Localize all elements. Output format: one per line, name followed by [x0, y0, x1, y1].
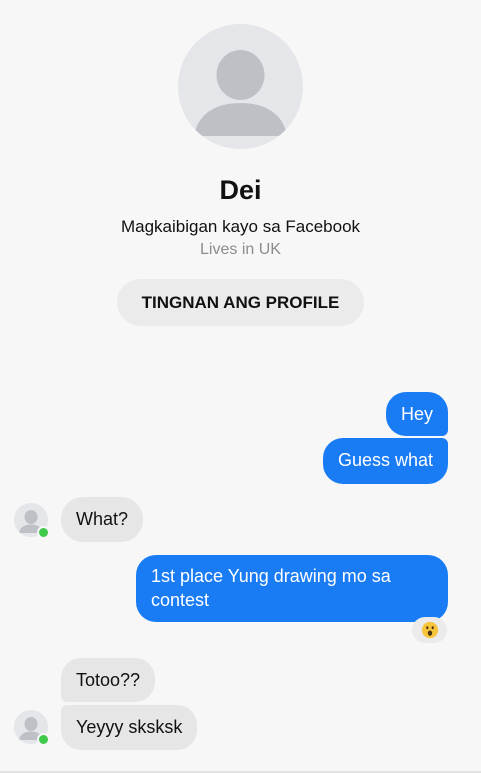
online-status-dot [37, 733, 50, 746]
online-status-dot [37, 526, 50, 539]
contact-avatar[interactable] [14, 710, 50, 746]
outgoing-message-bubble[interactable]: Hey [385, 392, 448, 436]
outgoing-message-bubble[interactable]: 1st place Yung drawing mo sa contest [136, 555, 448, 622]
incoming-message-bubble[interactable]: What? [61, 497, 144, 542]
default-person-icon [178, 24, 303, 149]
wow-emoji-icon [421, 621, 438, 639]
location-text: Lives in UK [200, 241, 281, 258]
contact-avatar[interactable] [14, 503, 50, 539]
incoming-message-bubble[interactable]: Yeyyy sksksk [61, 705, 198, 750]
outgoing-message-bubble[interactable]: Guess what [322, 438, 448, 484]
friendship-status: Magkaibigan kayo sa Facebook [120, 217, 361, 236]
profile-avatar[interactable] [178, 24, 303, 149]
view-profile-button[interactable]: TINGNAN ANG PROFILE [117, 279, 364, 326]
incoming-message-bubble[interactable]: Totoo?? [61, 658, 156, 702]
message-reaction[interactable] [412, 617, 447, 643]
profile-name: Dei [219, 175, 262, 205]
